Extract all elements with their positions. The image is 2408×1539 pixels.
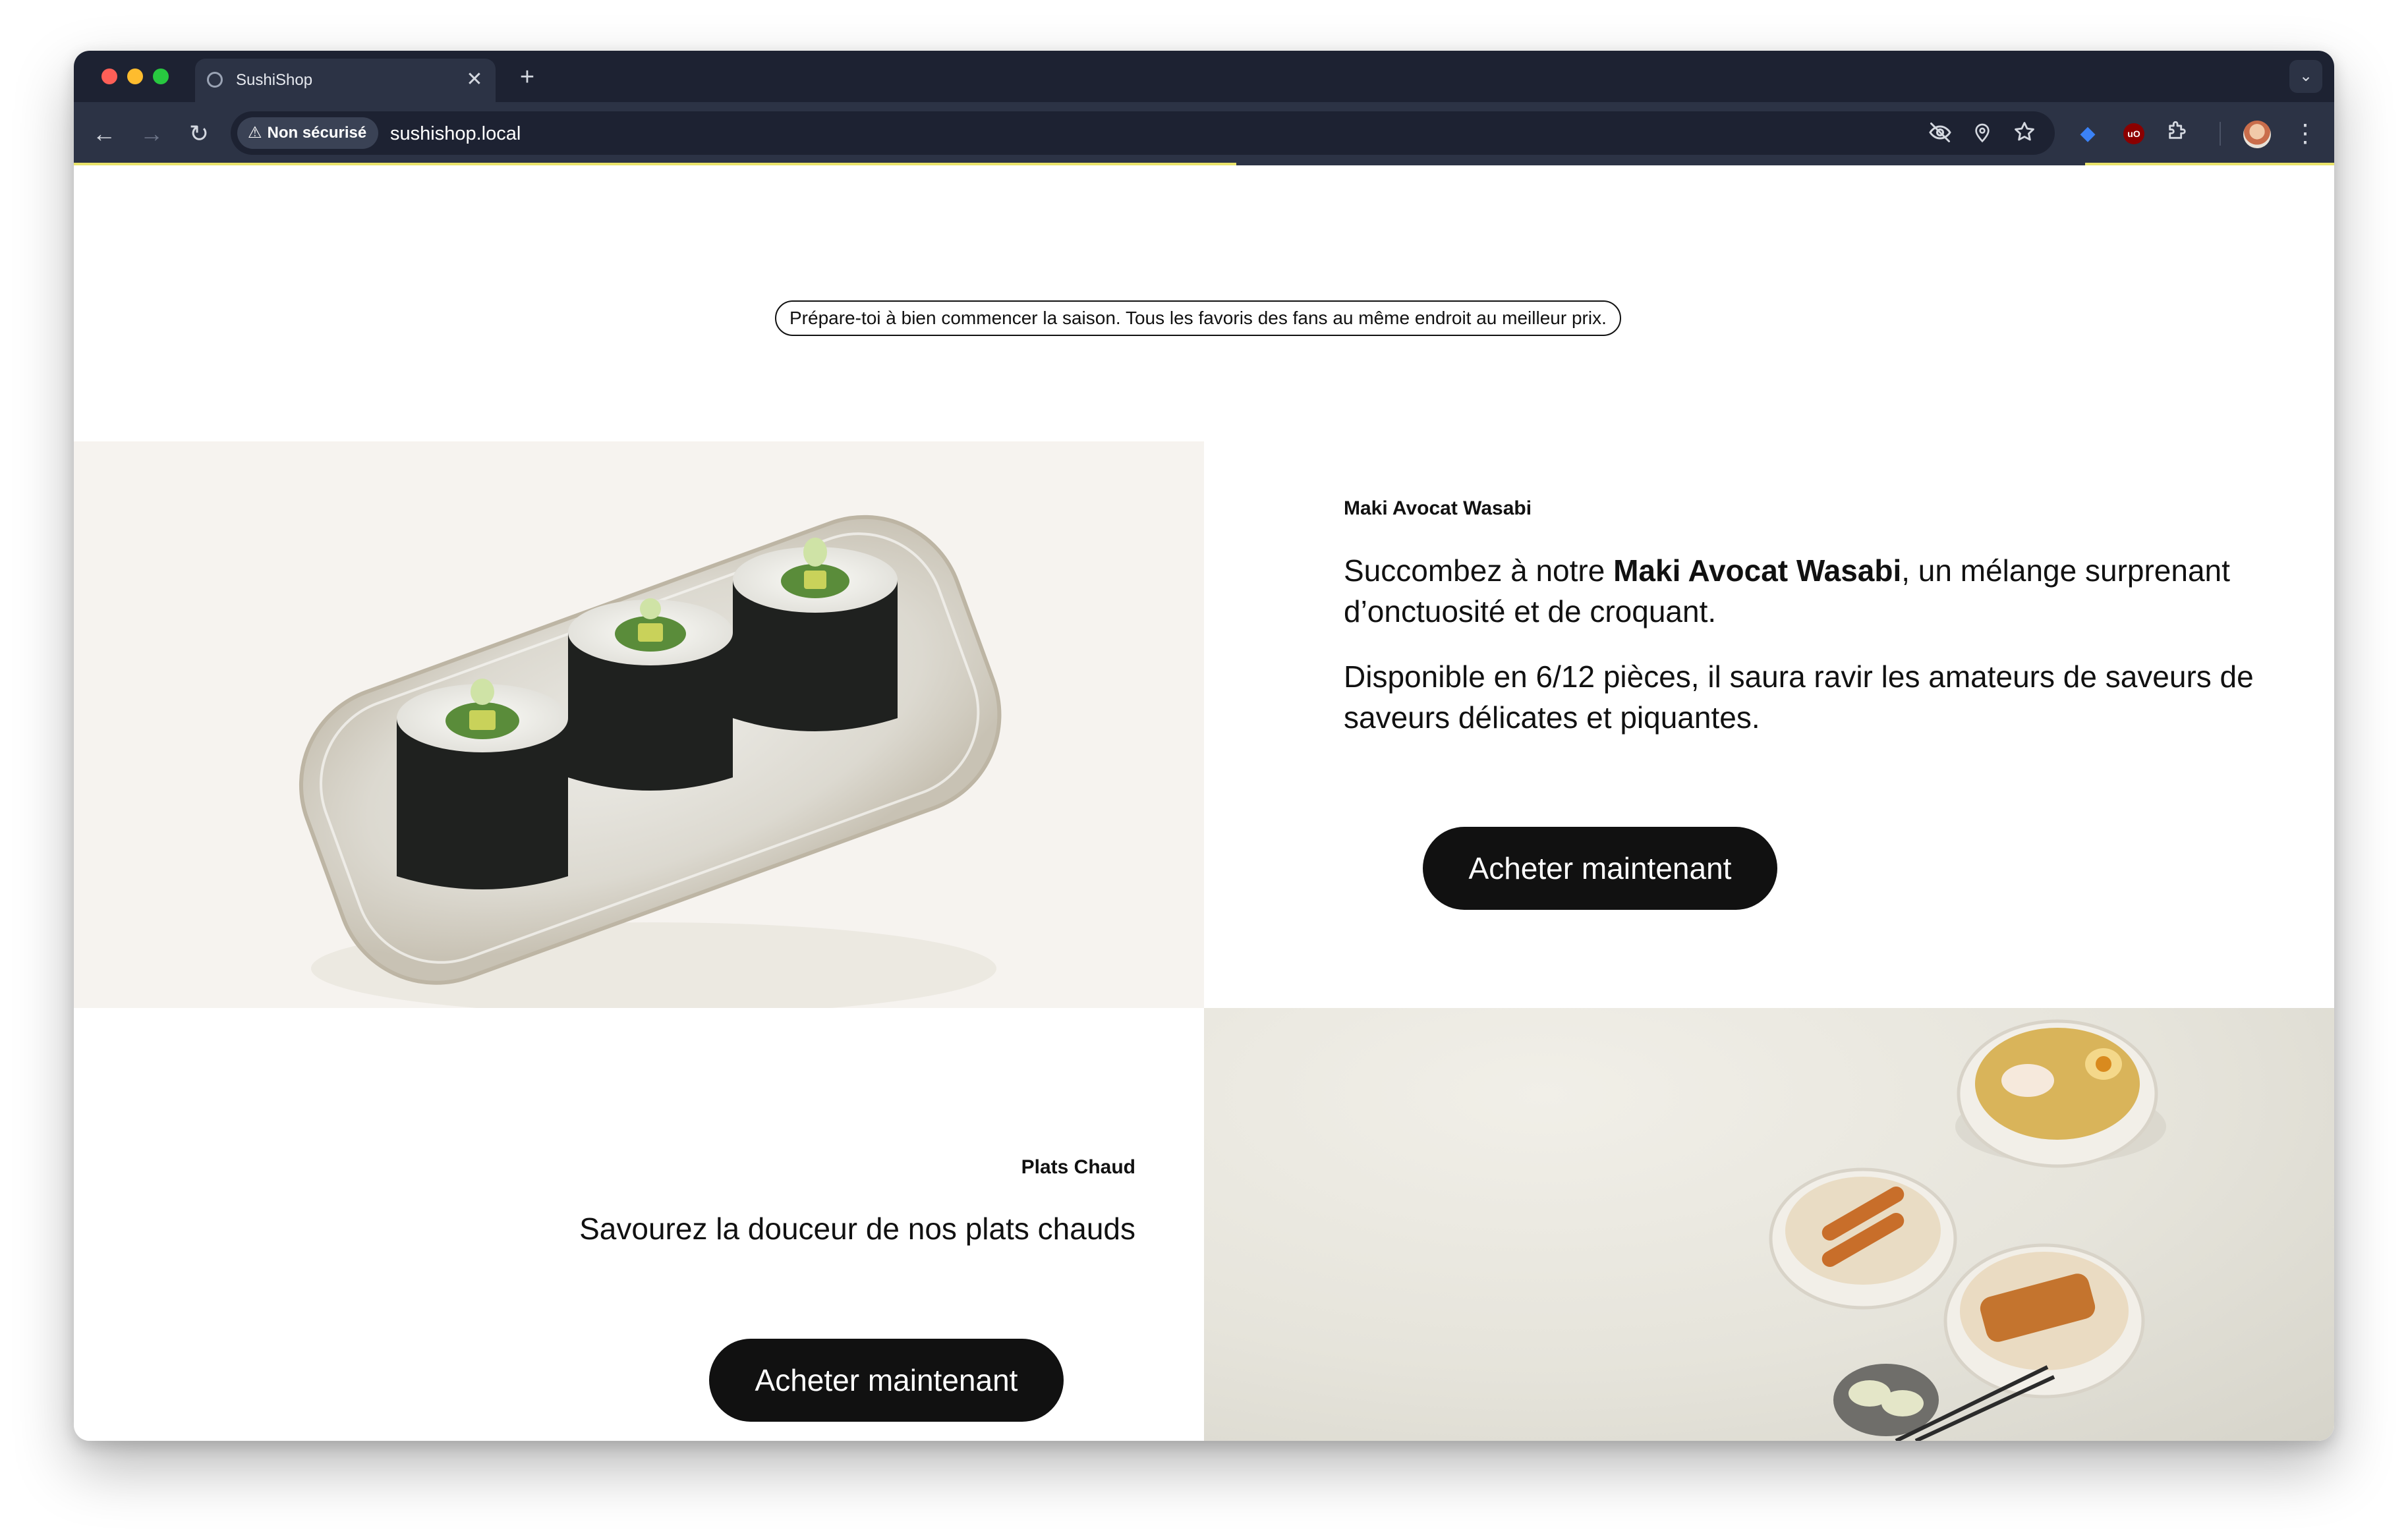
forward-button[interactable]: →: [137, 119, 166, 148]
maki-intro-start: Succombez à notre: [1344, 553, 1614, 588]
menu-kebab-icon[interactable]: ⋮: [2291, 119, 2320, 148]
warning-icon: ⚠: [248, 124, 262, 142]
maki-eyebrow: Maki Avocat Wasabi: [1344, 497, 1532, 519]
close-window-button[interactable]: [101, 69, 117, 84]
location-pin-icon[interactable]: [1969, 121, 1995, 147]
hot-dishes-buy-now-button[interactable]: Acheter maintenant: [709, 1339, 1064, 1422]
tab-strip: SushiShop ✕ + ⌄: [74, 51, 2334, 102]
hot-dishes-description: Savourez la douceur de nos plats chauds: [579, 1212, 1135, 1246]
new-tab-button[interactable]: +: [514, 64, 540, 90]
tab-sushishop[interactable]: SushiShop ✕: [195, 59, 496, 102]
address-bar[interactable]: ⚠ Non sécurisé sushishop.local: [231, 111, 2055, 155]
ublock-extension-icon[interactable]: uO: [2123, 123, 2144, 144]
maki-intro: Succombez à notre Maki Avocat Wasabi, un…: [1344, 550, 2266, 632]
security-indicator[interactable]: ⚠ Non sécurisé: [237, 117, 379, 149]
maki-buy-now-button[interactable]: Acheter maintenant: [1423, 827, 1777, 910]
maki-availability: Disponible en 6/12 pièces, il saura ravi…: [1344, 659, 2254, 735]
maki-avocat-wasabi-image: [74, 441, 1204, 1008]
gem-extension-icon[interactable]: ◆: [2073, 119, 2102, 148]
tab-close-icon[interactable]: ✕: [463, 68, 486, 92]
hot-dishes-image: [1204, 1008, 2334, 1441]
browser-window: SushiShop ✕ + ⌄ ← → ↻ ⚠ Non sécurisé sush…: [74, 51, 2334, 1441]
tab-title: SushiShop: [236, 71, 313, 89]
minimize-window-button[interactable]: [127, 69, 143, 84]
reload-button[interactable]: ↻: [185, 119, 214, 148]
page-content: Prépare-toi à bien commencer la saison. …: [74, 165, 2334, 1441]
bookmark-star-icon[interactable]: [2011, 121, 2038, 147]
promo-banner: Prépare-toi à bien commencer la saison. …: [775, 300, 1621, 336]
tab-search-button[interactable]: ⌄: [2289, 60, 2322, 93]
maki-intro-product-name: Maki Avocat Wasabi: [1613, 553, 1902, 588]
security-label: Non sécurisé: [267, 124, 367, 142]
url-text[interactable]: sushishop.local: [390, 123, 521, 144]
back-button[interactable]: ←: [90, 119, 119, 148]
zoom-window-button[interactable]: [153, 69, 169, 84]
browser-toolbar: ← → ↻ ⚠ Non sécurisé sushishop.local ◆ uO…: [74, 102, 2334, 165]
profile-avatar[interactable]: [2243, 121, 2271, 148]
hot-dishes-eyebrow: Plats Chaud: [1021, 1156, 1135, 1178]
globe-icon: [207, 72, 223, 88]
toolbar-divider: [2220, 122, 2221, 146]
extensions-puzzle-icon[interactable]: [2163, 119, 2192, 148]
eye-slash-icon[interactable]: [1927, 121, 1953, 147]
